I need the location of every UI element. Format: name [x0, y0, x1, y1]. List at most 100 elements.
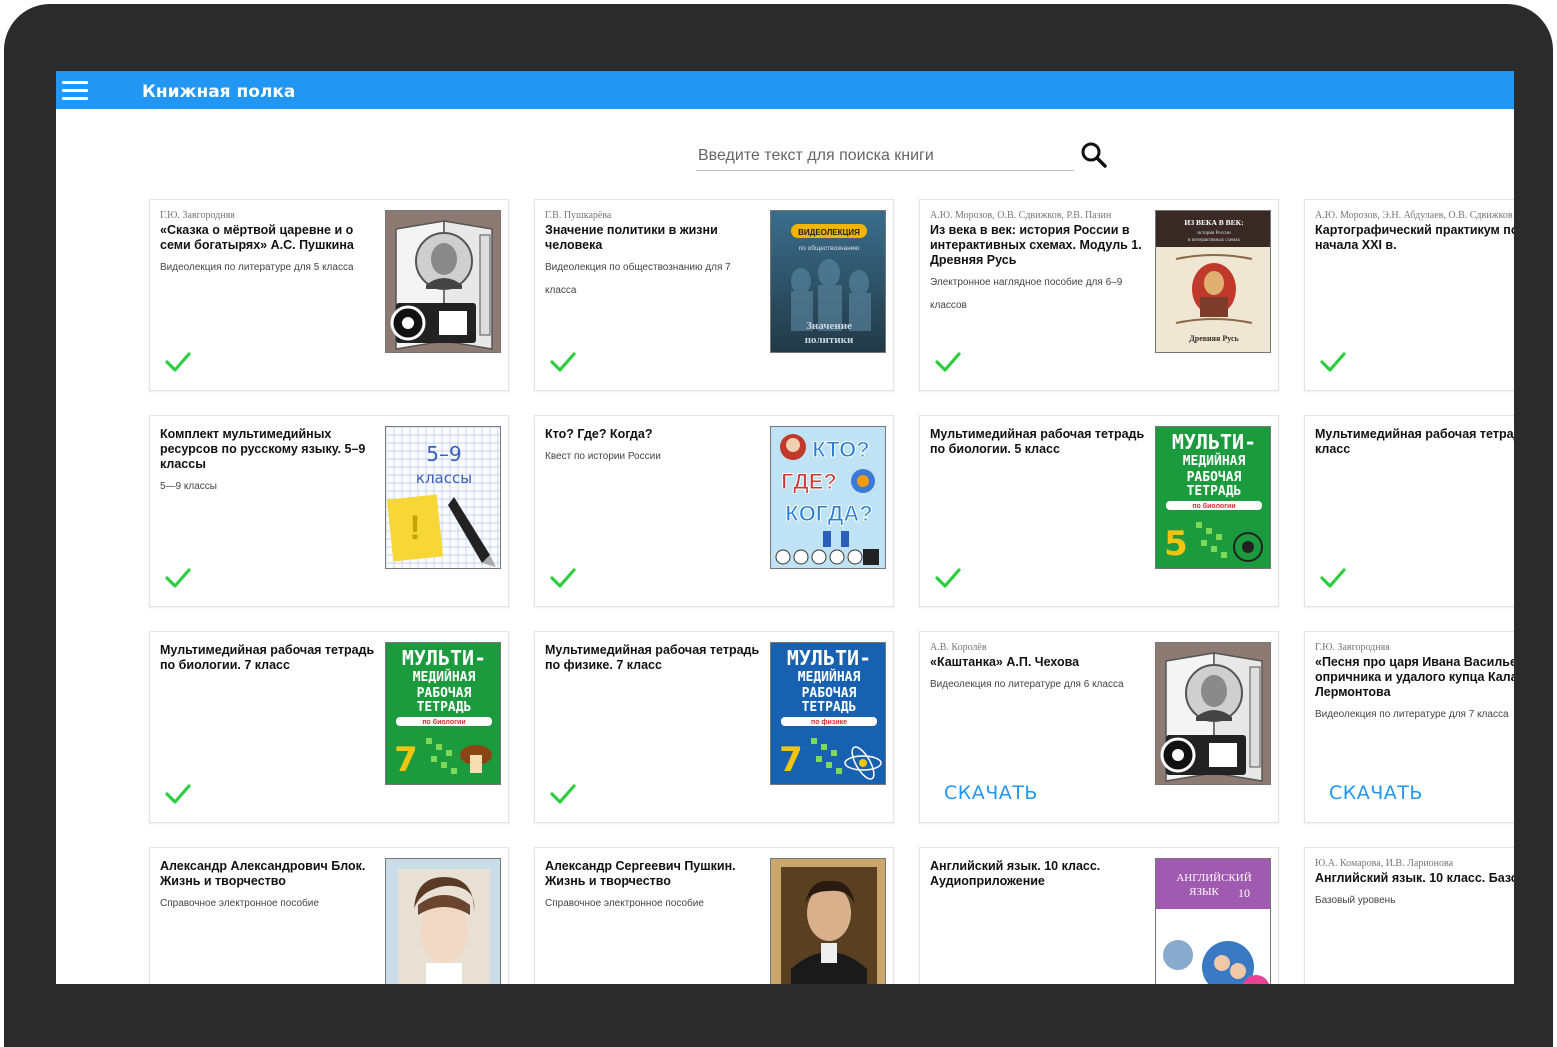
- svg-text:по обществознанию: по обществознанию: [799, 244, 860, 252]
- book-author: А.Ю. Морозов, О.В. Сдвижков, Р.В. Пазин: [930, 210, 1112, 221]
- svg-text:МУЛЬТИ-: МУЛЬТИ-: [787, 646, 871, 670]
- book-description: Электронное наглядное пособие для 6–9 кл…: [930, 277, 1123, 311]
- app-title: Книжная полка: [142, 82, 296, 102]
- search-input[interactable]: [696, 141, 1074, 171]
- download-button[interactable]: СКАЧАТЬ: [944, 782, 1038, 804]
- svg-text:7: 7: [779, 740, 803, 780]
- book-card[interactable]: А.Ю. Морозов, Э.Н. Абдулаев, О.В. Сдвижк…: [1304, 199, 1514, 391]
- book-description: Справочное электронное пособие: [545, 898, 704, 909]
- downloaded-check-icon: [934, 566, 962, 590]
- book-author: Г.В. Пушкарёва: [545, 210, 612, 221]
- downloaded-check-icon: [549, 350, 577, 374]
- search-bar: [696, 137, 1116, 177]
- book-card[interactable]: Мультимедийная рабочая тетрадь по физике…: [534, 631, 894, 823]
- downloaded-check-icon: [164, 566, 192, 590]
- book-info: А.Ю. Морозов, О.В. Сдвижков, Р.В. Пазин И…: [930, 210, 1148, 317]
- book-card[interactable]: А.Ю. Морозов, О.В. Сдвижков, Р.В. Пазин И…: [919, 199, 1279, 391]
- book-info: Кто? Где? Когда? Квест по истории России: [545, 426, 763, 468]
- book-card[interactable]: Мультимедийная рабочая тетрадь по биолог…: [919, 415, 1279, 607]
- book-cover-image: МУЛЬТИ- МЕДИЙНАЯ РАБОЧАЯ ТЕТРАДЬ по биол…: [1155, 426, 1271, 569]
- svg-text:ИЗ ВЕКА В ВЕК:: ИЗ ВЕКА В ВЕК:: [1184, 218, 1243, 227]
- book-author: Г.Ю. Завгородняя: [160, 210, 235, 221]
- book-card[interactable]: Ю.А. Комарова, И.В. Ларионова Английский …: [1304, 847, 1514, 984]
- book-description: Видеолекция по литературе для 5 класса: [160, 262, 354, 273]
- book-info: Александр Александрович Блок. Жизнь и тв…: [160, 858, 378, 915]
- svg-text:ТЕТРАДЬ: ТЕТРАДЬ: [802, 700, 857, 715]
- svg-text:!: !: [409, 509, 420, 547]
- book-cover-image: [770, 858, 886, 984]
- book-info: Мультимедийная рабочая тетрадь по биолог…: [930, 426, 1148, 457]
- svg-text:КОГДА?: КОГДА?: [785, 501, 872, 526]
- book-description: Справочное электронное пособие: [160, 898, 319, 909]
- book-description: 5—9 классы: [160, 481, 217, 492]
- book-info: Мультимедийная рабочая тетрадь по биолог…: [160, 642, 378, 673]
- downloaded-check-icon: [549, 782, 577, 806]
- svg-text:РАБОЧАЯ: РАБОЧАЯ: [1187, 470, 1242, 485]
- book-card[interactable]: Английский язык. 10 класс. Аудиоприложен…: [919, 847, 1279, 984]
- menu-icon[interactable]: [62, 81, 88, 100]
- book-info: Английский язык. 10 класс. Аудиоприложен…: [930, 858, 1148, 889]
- svg-text:ЯЗЫК: ЯЗЫК: [1189, 886, 1219, 898]
- book-title: «Песня про царя Ивана Васильевича, молод…: [1315, 655, 1514, 699]
- book-card[interactable]: Александр Александрович Блок. Жизнь и тв…: [149, 847, 509, 984]
- svg-text:Древняя Русь: Древняя Русь: [1189, 334, 1239, 343]
- downloaded-check-icon: [549, 566, 577, 590]
- book-card[interactable]: Г.В. Пушкарёва Значение политики в жизни …: [534, 199, 894, 391]
- book-card[interactable]: Кто? Где? Когда? Квест по истории России …: [534, 415, 894, 607]
- book-cover-image: МУЛЬТИ- МЕДИЙНАЯ РАБОЧАЯ ТЕТРАДЬ по физи…: [770, 642, 886, 785]
- svg-text:РАБОЧАЯ: РАБОЧАЯ: [802, 686, 857, 701]
- svg-text:5–9: 5–9: [426, 442, 461, 466]
- book-author: Г.Ю. Завгородняя: [1315, 642, 1390, 653]
- book-cover-image: [1155, 642, 1271, 785]
- book-info: Мультимедийная рабочая тетрадь по биолог…: [1315, 426, 1514, 457]
- book-cover-image: МУЛЬТИ- МЕДИЙНАЯ РАБОЧАЯ ТЕТРАДЬ по биол…: [385, 642, 501, 785]
- book-title: Из века в век: история России в интеракт…: [930, 223, 1142, 267]
- book-card[interactable]: Комплект мультимедийных ресурсов по русс…: [149, 415, 509, 607]
- book-cover-image: КТО? ГДЕ? КОГДА?: [770, 426, 886, 569]
- book-title: Картографический практикум по истории Ро…: [1315, 223, 1514, 252]
- book-card[interactable]: А.В. Королёв «Каштанка» А.П. Чехова Видеол…: [919, 631, 1279, 823]
- svg-text:по биологии: по биологии: [422, 718, 465, 726]
- svg-text:7: 7: [394, 740, 418, 780]
- book-card[interactable]: Мультимедийная рабочая тетрадь по биолог…: [149, 631, 509, 823]
- svg-text:ТЕТРАДЬ: ТЕТРАДЬ: [417, 700, 472, 715]
- book-title: Комплект мультимедийных ресурсов по русс…: [160, 427, 366, 471]
- book-cover-image: [385, 210, 501, 353]
- book-title: Мультимедийная рабочая тетрадь по биолог…: [930, 427, 1145, 456]
- book-description: Видеолекция по литературе для 6 класса: [930, 679, 1124, 690]
- book-card[interactable]: Г.Ю. Завгородняя «Сказка о мёртвой царевн…: [149, 199, 509, 391]
- downloaded-check-icon: [164, 350, 192, 374]
- book-title: Значение политики в жизни человека: [545, 223, 718, 252]
- svg-text:Значение: Значение: [806, 320, 852, 332]
- book-description: Базовый уровень: [1315, 895, 1396, 906]
- downloaded-check-icon: [1319, 566, 1347, 590]
- book-info: А.В. Королёв «Каштанка» А.П. Чехова Видеол…: [930, 642, 1148, 696]
- svg-text:ТЕТРАДЬ: ТЕТРАДЬ: [1187, 484, 1242, 499]
- book-cover-image: ИЗ ВЕКА В ВЕК: история России в интеракт…: [1155, 210, 1271, 353]
- svg-text:классы: классы: [416, 469, 472, 487]
- book-title: Английский язык. 10 класс. Базовый урове…: [1315, 871, 1514, 885]
- svg-text:МЕДИЙНАЯ: МЕДИЙНАЯ: [1183, 453, 1246, 469]
- book-title: «Сказка о мёртвой царевне и о семи богат…: [160, 223, 354, 252]
- svg-text:АНГЛИЙСКИЙ: АНГЛИЙСКИЙ: [1176, 872, 1251, 884]
- book-info: Г.Ю. Завгородняя «Сказка о мёртвой царевн…: [160, 210, 378, 279]
- book-cover-image: АНГЛИЙСКИЙ ЯЗЫК 10: [1155, 858, 1271, 984]
- svg-text:политики: политики: [805, 334, 854, 346]
- book-title: Кто? Где? Когда?: [545, 427, 653, 441]
- book-cover-image: ВИДЕОЛЕКЦИЯ по обществознанию Значение п…: [770, 210, 886, 353]
- book-title: Мультимедийная рабочая тетрадь по биолог…: [1315, 427, 1514, 456]
- book-title: Английский язык. 10 класс. Аудиоприложен…: [930, 859, 1101, 888]
- tablet-frame: Книжная полка Г.Ю. Завгородняя «Сказка о …: [4, 4, 1553, 1047]
- book-info: А.Ю. Морозов, Э.Н. Абдулаев, О.В. Сдвижк…: [1315, 210, 1514, 253]
- search-icon[interactable]: [1080, 141, 1108, 169]
- svg-text:ВИДЕОЛЕКЦИЯ: ВИДЕОЛЕКЦИЯ: [798, 228, 860, 237]
- book-card[interactable]: Александр Сергеевич Пушкин. Жизнь и твор…: [534, 847, 894, 984]
- svg-text:МУЛЬТИ-: МУЛЬТИ-: [402, 646, 486, 670]
- book-card[interactable]: Г.Ю. Завгородняя «Песня про царя Ивана Ва…: [1304, 631, 1514, 823]
- book-title: Мультимедийная рабочая тетрадь по биолог…: [160, 643, 375, 672]
- svg-text:КТО?: КТО?: [812, 437, 869, 462]
- book-info: Александр Сергеевич Пушкин. Жизнь и твор…: [545, 858, 763, 915]
- svg-text:МЕДИЙНАЯ: МЕДИЙНАЯ: [413, 669, 476, 685]
- book-card[interactable]: Мультимедийная рабочая тетрадь по биолог…: [1304, 415, 1514, 607]
- download-button[interactable]: СКАЧАТЬ: [1329, 782, 1423, 804]
